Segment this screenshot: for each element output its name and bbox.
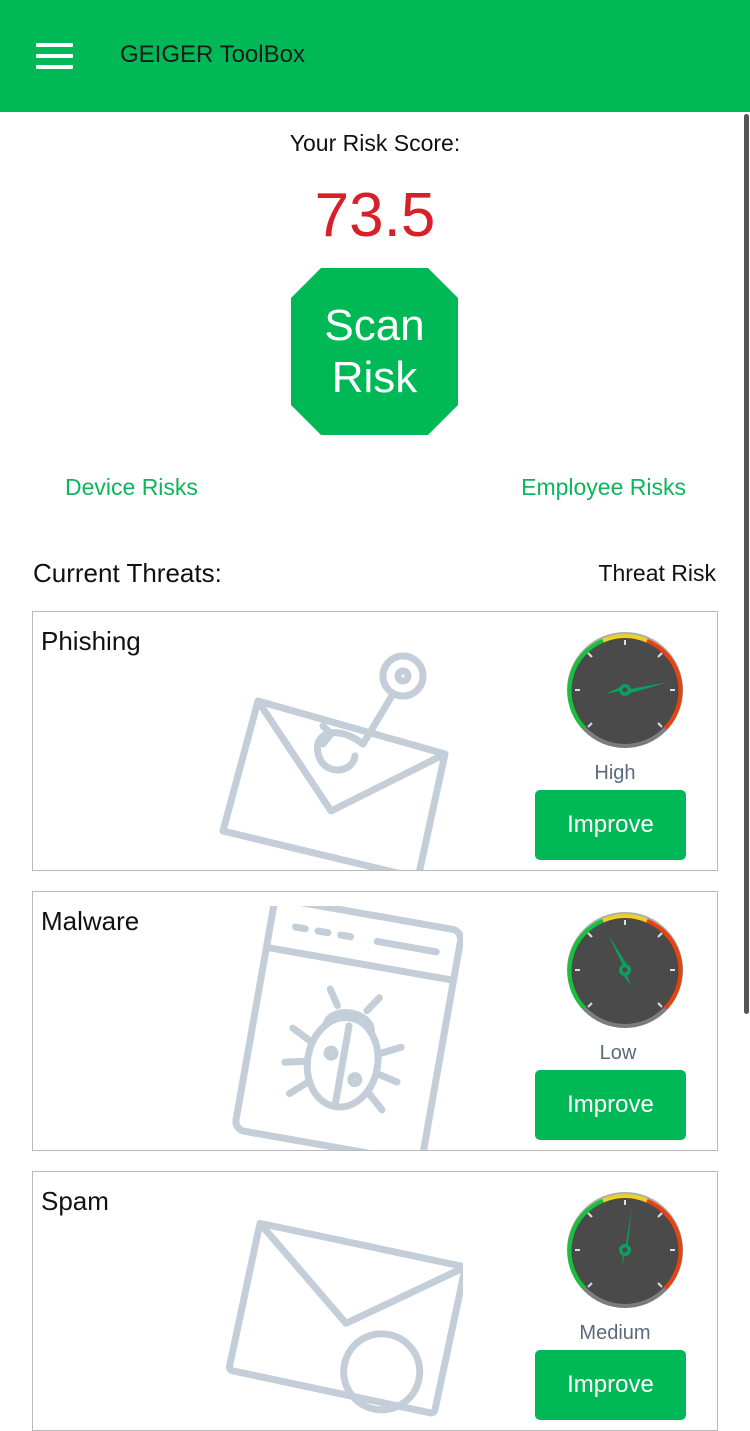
app-bar: GEIGER ToolBox	[0, 0, 750, 112]
app-title: GEIGER ToolBox	[120, 41, 305, 68]
phishing-icon	[219, 652, 449, 870]
spam-mail-icon	[225, 1219, 463, 1417]
risk-gauge-medium	[567, 1192, 683, 1308]
improve-button[interactable]: Improve	[535, 1070, 686, 1140]
risk-gauge-low	[567, 912, 683, 1028]
threat-name: Spam	[41, 1186, 109, 1216]
improve-button[interactable]: Improve	[535, 790, 686, 860]
threat-card-spam: Spam Medium Improve	[32, 1171, 718, 1431]
risk-score-value: 73.5	[314, 181, 436, 250]
threat-name: Malware	[41, 906, 140, 936]
risk-score-label: Your Risk Score:	[289, 130, 461, 156]
scan-risk-button[interactable]: Scan Risk	[291, 268, 458, 435]
malware-bug-icon	[232, 906, 463, 1150]
threat-card-phishing: Phishing High Improve	[32, 611, 718, 871]
risk-level-label: Low	[599, 1042, 637, 1064]
risk-gauge-high	[567, 632, 683, 748]
threat-name: Phishing	[41, 626, 141, 656]
hamburger-menu-icon[interactable]	[36, 43, 73, 69]
risk-level-label: High	[594, 762, 636, 784]
threat-risk-label: Threat Risk	[598, 560, 716, 586]
current-threats-title: Current Threats:	[33, 558, 222, 588]
improve-button[interactable]: Improve	[535, 1350, 686, 1420]
employee-risks-link[interactable]: Employee Risks	[521, 474, 686, 501]
device-risks-link[interactable]: Device Risks	[65, 474, 198, 501]
threat-card-malware: Malware Low Improve	[32, 891, 718, 1151]
